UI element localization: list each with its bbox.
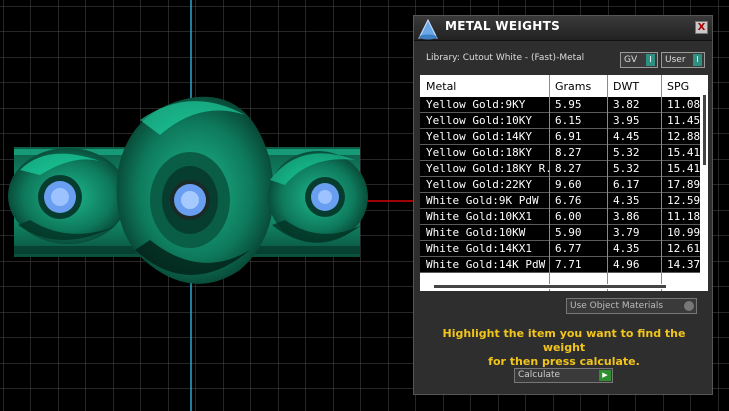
table-row[interactable]: Yellow Gold:10KY 6.15 3.95 11.45 bbox=[420, 113, 700, 129]
cell-metal: Yellow Gold:18KY bbox=[426, 146, 532, 159]
gv-indicator-icon: I bbox=[646, 54, 655, 66]
left-setting bbox=[8, 148, 128, 244]
cell-dwt: 3.82 bbox=[613, 98, 640, 111]
table-row[interactable]: White Gold:10KW 5.90 3.79 10.99 bbox=[420, 225, 700, 241]
table-row[interactable]: Yellow Gold:18KY R...8.275.3215.41 bbox=[420, 161, 700, 177]
table-row[interactable]: Yellow Gold:9KY 5.95 3.82 11.08 bbox=[420, 97, 700, 113]
horizontal-scrollbar[interactable] bbox=[420, 284, 698, 289]
cell-grams: 6.00 bbox=[555, 210, 582, 223]
header-spg[interactable]: SPG bbox=[667, 80, 689, 93]
cell-metal: White Gold:10KW bbox=[426, 226, 526, 239]
cell-grams: 5.95 bbox=[555, 98, 582, 111]
cell-dwt: 4.96 bbox=[613, 258, 640, 271]
cell-grams: 5.90 bbox=[555, 226, 582, 239]
table-row[interactable]: White Gold:9K PdW 6.76 4.35 12.59 bbox=[420, 193, 700, 209]
cell-grams: 7.71 bbox=[555, 258, 582, 271]
table-row[interactable]: White Gold:10KX1 6.00 3.86 11.18 bbox=[420, 209, 700, 225]
cell-dwt: 6.17 bbox=[613, 178, 640, 191]
horizontal-scroll-thumb[interactable] bbox=[434, 285, 666, 288]
cell-metal: Yellow Gold:22KY bbox=[426, 178, 532, 191]
column-divider bbox=[549, 75, 550, 291]
cell-dwt: 3.79 bbox=[613, 226, 640, 239]
dropdown-knob-icon bbox=[684, 301, 694, 311]
gv-toggle-label: GV bbox=[624, 55, 638, 65]
cell-grams: 6.77 bbox=[555, 242, 582, 255]
user-indicator-icon: I bbox=[693, 54, 702, 66]
column-divider bbox=[661, 75, 662, 291]
cell-metal: Yellow Gold:14KY bbox=[426, 130, 532, 143]
center-setting bbox=[116, 96, 274, 284]
cell-dwt: 3.86 bbox=[613, 210, 640, 223]
right-setting bbox=[268, 151, 368, 243]
cell-grams: 9.60 bbox=[555, 178, 582, 191]
cell-metal: Yellow Gold:10KY bbox=[426, 114, 532, 127]
cell-dwt: 5.32 bbox=[613, 162, 640, 175]
header-grams[interactable]: Grams bbox=[555, 80, 591, 93]
table-row[interactable]: White Gold:14K PdW 7.71 4.96 14.37 bbox=[420, 257, 700, 273]
table-row[interactable]: White Gold:14KX1 6.77 4.35 12.61 bbox=[420, 241, 700, 257]
instruction-line-2: for then press calculate. bbox=[488, 355, 640, 368]
user-toggle[interactable]: User I bbox=[661, 52, 705, 68]
app-logo-icon bbox=[418, 18, 438, 40]
calculate-label: Calculate bbox=[518, 370, 561, 380]
cell-grams: 8.27 bbox=[555, 162, 582, 175]
cell-dwt: 4.45 bbox=[613, 130, 640, 143]
metal-weights-panel: METAL WEIGHTS X Library: Cutout White - … bbox=[413, 15, 713, 395]
play-arrow-icon: ▶ bbox=[599, 370, 611, 381]
cell-grams: 8.27 bbox=[555, 146, 582, 159]
table-row[interactable]: Yellow Gold:14KY 6.91 4.45 12.88 bbox=[420, 129, 700, 145]
table-body: Yellow Gold:9KY 5.95 3.82 11.08 Yellow Gold:… bbox=[420, 97, 700, 273]
metal-table[interactable]: Metal Grams DWT SPG Yellow Gold:9KY 5.95 3… bbox=[420, 75, 708, 291]
cell-dwt: 3.95 bbox=[613, 114, 640, 127]
user-toggle-label: User bbox=[665, 55, 686, 65]
vertical-scrollbar[interactable] bbox=[700, 75, 708, 291]
table-header: Metal Grams DWT SPG bbox=[420, 75, 700, 97]
instruction-text: Highlight the item you want to find the … bbox=[424, 327, 704, 369]
cell-dwt: 5.32 bbox=[613, 146, 640, 159]
cell-dwt: 4.35 bbox=[613, 242, 640, 255]
cell-metal: White Gold:10KX1 bbox=[426, 210, 532, 223]
header-metal[interactable]: Metal bbox=[426, 80, 549, 93]
cell-metal: Yellow Gold:9KY bbox=[426, 98, 526, 111]
cell-metal: White Gold:14K PdW bbox=[426, 258, 546, 271]
gv-toggle[interactable]: GV I bbox=[620, 52, 658, 68]
materials-dropdown-value: Use Object Materials bbox=[570, 301, 664, 311]
materials-dropdown[interactable]: Use Object Materials bbox=[566, 298, 697, 314]
cell-metal: Yellow Gold:18KY R... bbox=[426, 162, 549, 175]
library-label: Library: Cutout White - (Fast)-Metal bbox=[426, 53, 585, 63]
cell-grams: 6.91 bbox=[555, 130, 582, 143]
cell-metal: White Gold:9K PdW bbox=[426, 194, 539, 207]
table-row[interactable]: Yellow Gold:22KY 9.60 6.17 17.89 bbox=[420, 177, 700, 193]
vertical-scroll-thumb[interactable] bbox=[703, 95, 706, 165]
header-dwt[interactable]: DWT bbox=[613, 80, 639, 93]
instruction-line-1: Highlight the item you want to find the … bbox=[442, 327, 686, 354]
title-bar[interactable]: METAL WEIGHTS X bbox=[414, 16, 712, 41]
cell-dwt: 4.35 bbox=[613, 194, 640, 207]
calculate-button[interactable]: Calculate ▶ bbox=[514, 368, 613, 383]
window-title: METAL WEIGHTS bbox=[445, 19, 561, 33]
cell-grams: 6.76 bbox=[555, 194, 582, 207]
table-row[interactable]: Yellow Gold:18KY 8.27 5.32 15.41 bbox=[420, 145, 700, 161]
column-divider bbox=[607, 75, 608, 291]
cell-grams: 6.15 bbox=[555, 114, 582, 127]
cell-metal: White Gold:14KX1 bbox=[426, 242, 532, 255]
close-button[interactable]: X bbox=[695, 21, 708, 34]
